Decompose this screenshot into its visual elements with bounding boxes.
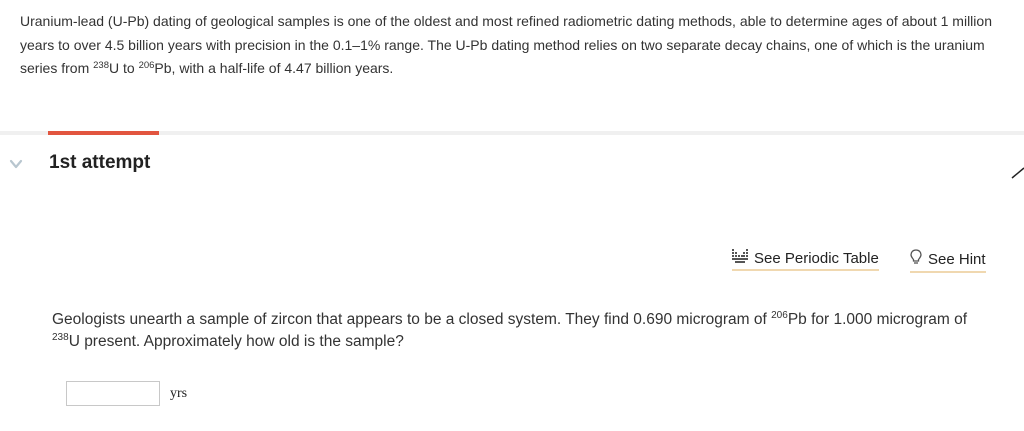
periodic-table-icon: [732, 249, 748, 267]
see-periodic-table-label: See Periodic Table: [754, 249, 879, 267]
question-text-1: Geologists unearth a sample of zircon th…: [52, 311, 772, 328]
corner-line-icon: [1011, 167, 1024, 179]
question-superscript-238: 238: [52, 332, 69, 343]
question-text-3: U present. Approximately how old is the …: [68, 333, 404, 350]
intro-text-3: Pb, with a half-life of 4.47 billion yea…: [154, 60, 394, 76]
answer-unit: yrs: [170, 386, 188, 401]
intro-superscript-238: 238: [93, 60, 109, 71]
answer-input[interactable]: [66, 381, 160, 406]
see-hint-link[interactable]: See Hint: [910, 249, 986, 273]
question-superscript-206: 206: [771, 310, 788, 321]
question-text-2: Pb for 1.000 microgram of: [787, 311, 968, 328]
problem-intro: Uranium-lead (U-Pb) dating of geological…: [20, 10, 1015, 81]
question-text: Geologists unearth a sample of zircon th…: [52, 309, 972, 353]
attempt-title[interactable]: 1st attempt: [49, 152, 150, 174]
see-hint-label: See Hint: [928, 250, 986, 268]
intro-text-2: U to: [108, 60, 139, 76]
attempt-tab-indicator: [48, 131, 159, 135]
lightbulb-icon: [910, 249, 922, 269]
intro-superscript-206: 206: [138, 60, 155, 71]
see-periodic-table-link[interactable]: See Periodic Table: [732, 249, 879, 271]
chevron-down-icon[interactable]: [9, 158, 23, 170]
